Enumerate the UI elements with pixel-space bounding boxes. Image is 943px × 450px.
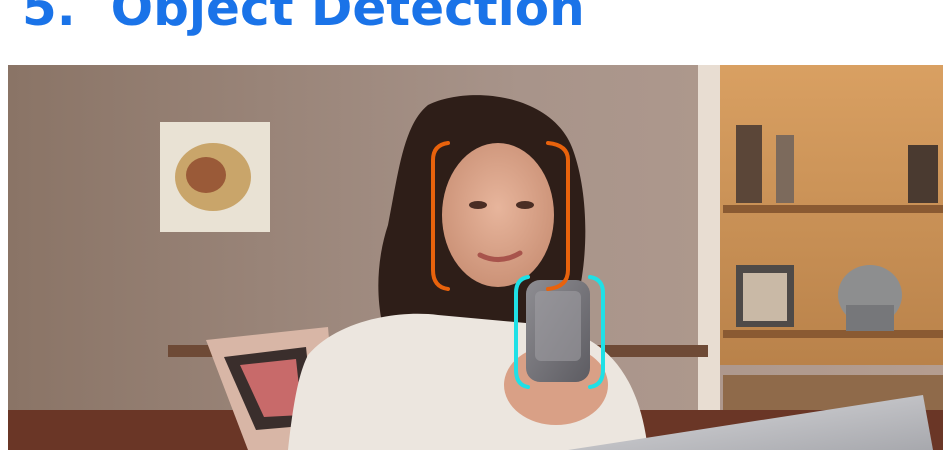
slide-title: 5. Object Detection	[22, 0, 585, 37]
wall-painting	[160, 122, 270, 232]
face	[442, 143, 554, 287]
photo-scene	[8, 65, 943, 450]
detection-photo	[8, 65, 943, 450]
bookshelf	[698, 65, 943, 415]
